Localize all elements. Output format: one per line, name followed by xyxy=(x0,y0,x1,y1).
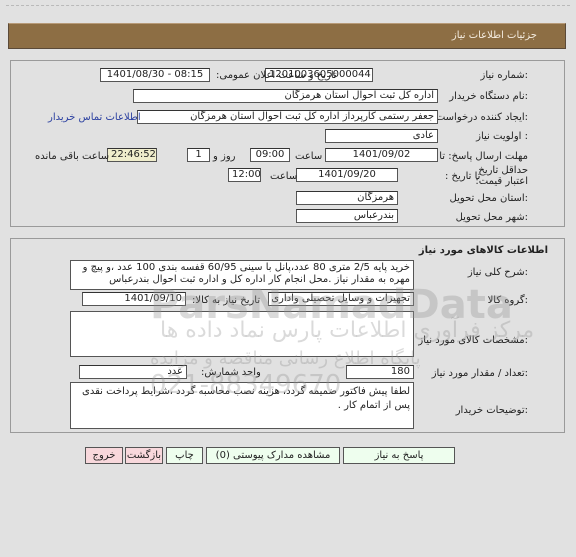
price-validity-date-field[interactable]: 1401/09/20 xyxy=(296,168,398,182)
print-button[interactable]: چاپ xyxy=(166,447,203,464)
back-button[interactable]: بازگشت xyxy=(125,447,163,464)
reply-time-label: ساعت xyxy=(295,151,323,162)
specs-field[interactable] xyxy=(70,311,414,357)
priority-label: اولویت نیاز : xyxy=(476,131,528,142)
buyer-contact-link[interactable]: اطلاعات تماس خریدار xyxy=(48,112,141,123)
need-date-field[interactable]: 1401/09/10 xyxy=(82,292,186,306)
announce-label: تاریخ و ساعت اعلان عمومی: xyxy=(216,70,337,81)
page-title-bar: جزئیات اطلاعات نیاز xyxy=(8,23,566,49)
unit-field[interactable]: عدد xyxy=(79,365,187,379)
exit-button[interactable]: خروج xyxy=(85,447,123,464)
group-label: گروه کالا: xyxy=(487,295,528,306)
buyer-notes-field[interactable]: لطفا پیش فاکتور ضمیمه گردد، هزینه نصب مح… xyxy=(70,382,414,429)
remaining-time-field: 22:46:52 xyxy=(107,148,157,162)
delivery-province-label: استان محل تحویل: xyxy=(449,193,528,204)
reply-button[interactable]: پاسخ به نیاز xyxy=(343,447,455,464)
attachments-button[interactable]: مشاهده مدارک پیوستی (0) xyxy=(206,447,340,464)
delivery-province-field[interactable]: هرمزگان xyxy=(296,191,398,205)
need-number-label: شماره نیاز: xyxy=(480,70,528,81)
days-label: روز و xyxy=(213,151,236,162)
price-validity-time-field[interactable]: 12:00 xyxy=(228,168,261,182)
page-title: جزئیات اطلاعات نیاز xyxy=(451,30,537,41)
unit-label: واحد شمارش: xyxy=(201,367,261,378)
group-field[interactable]: تجهیزات و وسایل تحصیلی واداری xyxy=(268,292,414,306)
buyer-notes-label: توضیحات خریدار: xyxy=(455,405,528,416)
buyer-org-label: نام دستگاه خریدار: xyxy=(449,91,528,102)
description-label: شرح کلی نیاز: xyxy=(467,267,528,278)
price-validity-time-label: ساعت xyxy=(270,171,298,182)
reply-date-field[interactable]: 1401/09/02 xyxy=(325,148,438,162)
remaining-label: ساعت باقی مانده xyxy=(35,151,110,162)
quantity-label: تعداد / مقدار مورد نیاز: xyxy=(431,368,528,379)
reply-time-field[interactable]: 09:00 xyxy=(250,148,290,162)
days-field[interactable]: 1 xyxy=(187,148,210,162)
price-validity-to-label: تا تاریخ : xyxy=(445,171,481,182)
delivery-city-field[interactable]: بندرعباس xyxy=(296,209,398,223)
announce-field[interactable]: 1401/08/30 - 08:15 xyxy=(100,68,210,82)
buyer-org-field[interactable]: اداره کل ثبت احوال استان هرمزگان xyxy=(133,89,438,103)
specs-label: مشخصات کالای مورد نیاز: xyxy=(418,335,528,346)
priority-field[interactable]: عادی xyxy=(325,129,438,143)
top-divider xyxy=(6,5,570,6)
goods-section-title: اطلاعات کالاهای مورد نیاز xyxy=(418,245,548,256)
requester-label: ایجاد کننده درخواست: xyxy=(435,112,528,123)
need-date-label: تاریخ نیاز به کالا: xyxy=(192,295,261,306)
delivery-city-label: شهر محل تحویل: xyxy=(455,212,528,223)
requester-field[interactable]: جعفر رستمی کارپرداز اداره کل ثبت احوال ا… xyxy=(137,110,438,124)
quantity-field[interactable]: 180 xyxy=(346,365,414,379)
description-field[interactable]: خرید پایه 2/5 متری 80 عدد،پانل با سینی 6… xyxy=(70,260,414,290)
